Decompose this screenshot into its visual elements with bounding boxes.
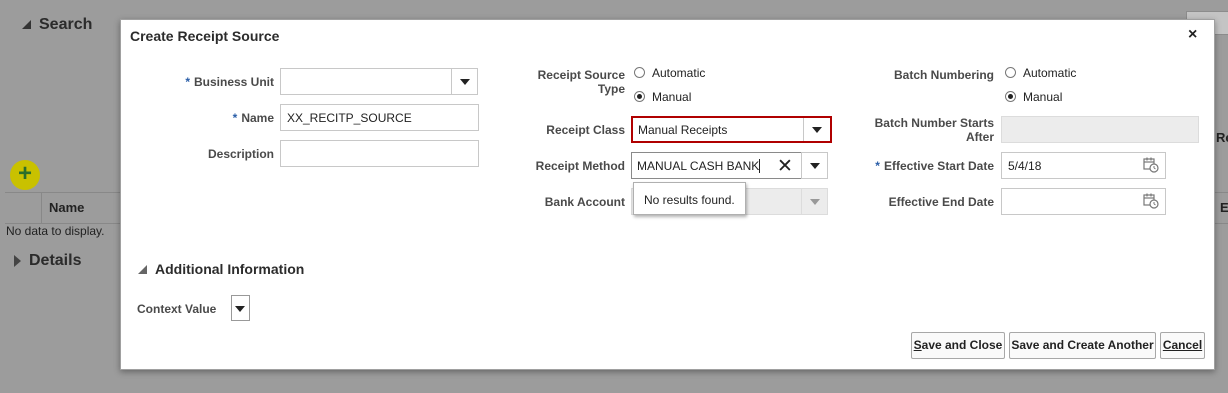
chevron-down-icon	[810, 163, 820, 169]
close-icon[interactable]: ×	[1188, 26, 1197, 44]
table-name-header: Name	[49, 200, 85, 215]
chevron-down-icon[interactable]	[812, 127, 822, 133]
additional-information-header[interactable]: Additional Information	[138, 261, 304, 277]
radio-unselected-icon	[634, 67, 645, 78]
context-value-label: Context Value	[137, 302, 217, 316]
effective-end-date-label: Effective End Date	[888, 195, 994, 209]
receipt-source-type-automatic-radio[interactable]: Automatic	[634, 66, 705, 80]
batch-number-starts-after-input	[1001, 116, 1199, 143]
required-icon: *	[185, 75, 190, 89]
name-input[interactable]: XX_RECITP_SOURCE	[280, 104, 479, 131]
divider	[803, 118, 804, 141]
chevron-down-icon	[810, 199, 820, 205]
batch-number-starts-after-label: Batch Number Starts After	[874, 116, 994, 144]
search-section-header[interactable]: Search	[22, 16, 92, 34]
dialog-title: Create Receipt Source	[130, 28, 280, 44]
effective-start-date-label: * Effective Start Date	[875, 159, 994, 173]
required-icon: *	[875, 159, 880, 173]
no-results-popup: No results found.	[633, 182, 746, 215]
no-data-message: No data to display.	[6, 224, 105, 238]
name-label: * Name	[232, 111, 274, 125]
receipt-source-type-manual-radio[interactable]: Manual	[634, 90, 691, 104]
plus-icon: +	[17, 160, 32, 187]
right-column-label-e: E	[1220, 200, 1228, 215]
save-and-close-button[interactable]: Save and Close	[911, 332, 1005, 359]
cancel-button[interactable]: Cancel	[1160, 332, 1205, 359]
calendar-icon[interactable]	[1143, 157, 1159, 173]
receipt-method-input[interactable]: MANUAL CASH BANK ✕	[631, 152, 802, 179]
required-icon: *	[232, 111, 238, 125]
radio-selected-icon	[1005, 91, 1016, 102]
description-input[interactable]	[280, 140, 479, 167]
text-cursor	[759, 159, 760, 173]
receipt-method-label: Receipt Method	[535, 159, 625, 173]
details-section-header[interactable]: Details	[14, 252, 81, 270]
save-and-create-another-button[interactable]: Save and Create Another	[1009, 332, 1156, 359]
calendar-icon[interactable]	[1143, 193, 1159, 209]
business-unit-input[interactable]	[280, 68, 452, 95]
context-value-select[interactable]	[231, 295, 250, 321]
batch-numbering-automatic-radio[interactable]: Automatic	[1005, 66, 1076, 80]
add-button[interactable]: +	[10, 160, 40, 190]
radio-unselected-icon	[1005, 67, 1016, 78]
effective-end-date-input[interactable]	[1001, 188, 1166, 215]
batch-numbering-label: Batch Numbering	[893, 68, 994, 82]
bank-account-label: Bank Account	[544, 195, 625, 209]
chevron-down-icon	[235, 306, 245, 312]
batch-numbering-manual-radio[interactable]: Manual	[1005, 90, 1062, 104]
description-label: Description	[207, 147, 274, 161]
business-unit-dropdown-button[interactable]	[451, 68, 478, 95]
table-header-select-column	[5, 193, 42, 223]
create-receipt-source-dialog: Create Receipt Source × * Business Unit *…	[120, 19, 1215, 370]
chevron-down-icon	[460, 79, 470, 85]
expand-triangle-icon	[138, 265, 147, 274]
receipt-class-label: Receipt Class	[546, 123, 625, 137]
bank-account-dropdown-button	[801, 188, 828, 215]
right-column-label: Re	[1216, 130, 1228, 145]
radio-selected-icon	[634, 91, 645, 102]
receipt-class-select[interactable]: Manual Receipts	[631, 116, 832, 143]
business-unit-label: * Business Unit	[185, 75, 274, 89]
expand-triangle-icon	[22, 20, 31, 30]
receipt-source-type-label: Receipt Source Type	[537, 68, 625, 96]
collapse-triangle-icon	[14, 254, 21, 267]
clear-icon[interactable]: ✕	[777, 155, 793, 178]
effective-start-date-input[interactable]: 5/4/18	[1001, 152, 1166, 179]
receipt-method-dropdown-button[interactable]	[801, 152, 828, 179]
